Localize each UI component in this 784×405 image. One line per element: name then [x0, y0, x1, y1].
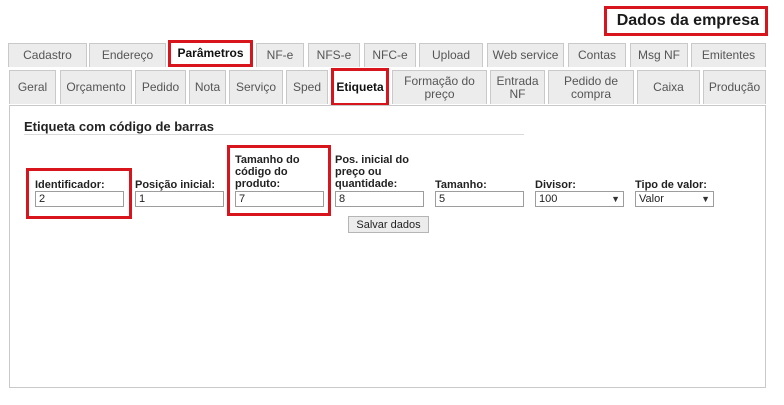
posicao-inicial-label: Posição inicial:	[135, 179, 216, 191]
subtab-caixa[interactable]: Caixa	[637, 70, 700, 104]
subtab-producao[interactable]: Produção	[703, 70, 766, 104]
subtab-pedido[interactable]: Pedido	[135, 70, 186, 104]
subtab-formacao-preco[interactable]: Formação do preço	[392, 70, 487, 104]
subtab-servico[interactable]: Serviço	[229, 70, 283, 104]
tab-endereco[interactable]: Endereço	[89, 43, 166, 67]
subtab-sped[interactable]: Sped	[286, 70, 328, 104]
subtab-geral[interactable]: Geral	[9, 70, 56, 104]
divisor-value: 100	[539, 193, 558, 205]
tipo-valor-value: Valor	[639, 193, 664, 205]
tipo-valor-select[interactable]: Valor ▼	[635, 191, 714, 207]
divisor-select[interactable]: 100 ▼	[535, 191, 624, 207]
tab-msg-nf[interactable]: Msg NF	[630, 43, 688, 67]
save-button[interactable]: Salvar dados	[348, 216, 429, 233]
tab-contas[interactable]: Contas	[568, 43, 626, 67]
tamanho-codigo-label: Tamanho do código do produto:	[235, 154, 300, 190]
chevron-down-icon: ▼	[701, 194, 710, 204]
pos-inicial-preco-label: Pos. inicial do preço ou quantidade:	[335, 154, 409, 190]
subtab-etiqueta[interactable]: Etiqueta	[331, 68, 389, 106]
section-divider	[24, 134, 524, 135]
tab-nfce[interactable]: NFC-e	[364, 43, 416, 67]
subtab-orcamento[interactable]: Orçamento	[60, 70, 132, 104]
pos-inicial-preco-input[interactable]	[335, 191, 424, 207]
tab-upload[interactable]: Upload	[419, 43, 483, 67]
content-panel	[9, 105, 766, 388]
section-title: Etiqueta com código de barras	[24, 119, 214, 134]
subtab-pedido-compra[interactable]: Pedido de compra	[548, 70, 634, 104]
subtab-nota[interactable]: Nota	[189, 70, 226, 104]
tamanho-codigo-input[interactable]	[235, 191, 324, 207]
page-title: Dados da empresa	[604, 6, 768, 36]
tamanho-label: Tamanho:	[435, 179, 487, 191]
tamanho-input[interactable]	[435, 191, 524, 207]
tab-cadastro[interactable]: Cadastro	[8, 43, 87, 67]
tab-nfe[interactable]: NF-e	[256, 43, 304, 67]
tab-emitentes[interactable]: Emitentes	[691, 43, 766, 67]
chevron-down-icon: ▼	[611, 194, 620, 204]
tab-parametros[interactable]: Parâmetros	[168, 40, 253, 67]
identificador-label: Identificador:	[35, 179, 105, 191]
tipo-valor-label: Tipo de valor:	[635, 179, 707, 191]
divisor-label: Divisor:	[535, 179, 576, 191]
identificador-input[interactable]	[35, 191, 124, 207]
posicao-inicial-input[interactable]	[135, 191, 224, 207]
subtab-entrada-nf[interactable]: Entrada NF	[490, 70, 545, 104]
tab-nfse[interactable]: NFS-e	[308, 43, 360, 67]
tab-web-service[interactable]: Web service	[487, 43, 564, 67]
